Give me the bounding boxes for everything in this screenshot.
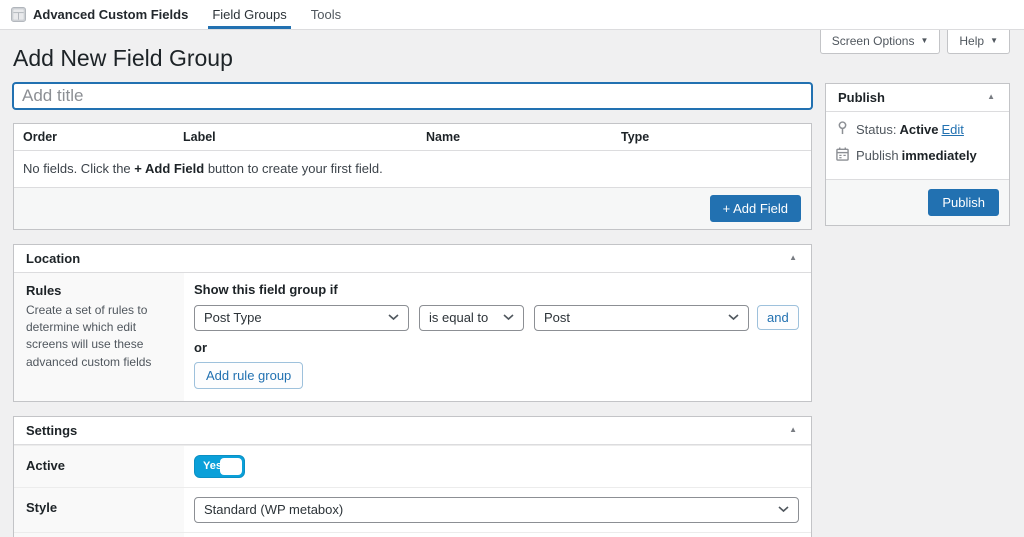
fields-footer: + Add Field: [14, 188, 811, 229]
side-column: Publish ▲ Status:Active Edit: [825, 83, 1010, 226]
field-group-title-input[interactable]: [13, 83, 812, 109]
column-type: Type: [612, 124, 811, 150]
show-field-group-if-label: Show this field group if: [194, 282, 799, 297]
main-column: Order Label Name Type No fields. Click t…: [13, 83, 812, 537]
tab-tools[interactable]: Tools: [299, 0, 353, 29]
acf-admin-toolbar: Advanced Custom Fields Field Groups Tool…: [0, 0, 1024, 30]
screen-options-button[interactable]: Screen Options ▼: [820, 30, 941, 54]
fields-table-header: Order Label Name Type: [14, 124, 811, 151]
rule-value-select[interactable]: Post: [534, 305, 749, 331]
tab-field-groups[interactable]: Field Groups: [200, 0, 298, 29]
rule-param-select[interactable]: Post Type: [194, 305, 409, 331]
location-rules-editor: Show this field group if Post Type is eq…: [184, 273, 811, 401]
fields-panel: Order Label Name Type No fields. Click t…: [13, 123, 812, 230]
no-fields-message-prefix: No fields. Click the: [23, 161, 134, 176]
no-fields-message-suffix: button to create your first field.: [204, 161, 382, 176]
style-setting-label: Style: [26, 500, 172, 515]
chevron-down-icon: [388, 314, 399, 321]
column-name: Name: [417, 124, 612, 150]
publish-panel-header: Publish ▲: [826, 84, 1009, 112]
publish-button[interactable]: Publish: [928, 189, 999, 216]
edit-status-link[interactable]: Edit: [942, 122, 964, 137]
screen-options-label: Screen Options: [832, 34, 915, 48]
publish-time-row: Publishimmediately: [836, 147, 999, 164]
settings-panel-title: Settings: [26, 423, 77, 438]
no-fields-message: No fields. Click the + Add Field button …: [14, 151, 811, 188]
caret-down-icon: ▼: [990, 37, 998, 45]
setting-control-cell: Standard (WP metabox): [184, 488, 811, 532]
location-panel-body: Rules Create a set of rules to determine…: [14, 273, 811, 401]
screen-meta: Screen Options ▼ Help ▼: [820, 30, 1010, 54]
column-order: Order: [14, 124, 174, 150]
setting-row-position: Position Normal (after content): [14, 532, 811, 537]
style-select[interactable]: Standard (WP metabox): [194, 497, 799, 523]
collapse-arrow-icon[interactable]: ▲: [787, 424, 799, 436]
publish-panel: Publish ▲ Status:Active Edit: [825, 83, 1010, 226]
setting-row-active: Active Yes: [14, 445, 811, 487]
acf-brand: Advanced Custom Fields: [0, 0, 200, 29]
setting-row-style: Style Standard (WP metabox): [14, 487, 811, 532]
chevron-down-icon: [778, 506, 789, 513]
active-toggle[interactable]: Yes: [194, 455, 245, 478]
style-select-value: Standard (WP metabox): [204, 502, 343, 517]
acf-logo-icon: [11, 7, 26, 22]
location-rules-info: Rules Create a set of rules to determine…: [14, 273, 184, 401]
help-label: Help: [959, 34, 984, 48]
setting-label-cell: Active: [14, 446, 184, 487]
publish-panel-footer: Publish: [826, 179, 1009, 225]
column-label: Label: [174, 124, 417, 150]
add-rule-group-button[interactable]: Add rule group: [194, 362, 303, 389]
rules-description: Create a set of rules to determine which…: [26, 302, 172, 372]
publish-panel-title: Publish: [838, 90, 885, 105]
rule-operator-value: is equal to: [429, 310, 488, 325]
or-label: or: [194, 340, 799, 355]
pin-icon: [836, 121, 849, 138]
calendar-icon: [836, 147, 849, 164]
active-setting-label: Active: [26, 458, 172, 473]
add-field-button[interactable]: + Add Field: [710, 195, 801, 222]
settings-panel-header: Settings ▲: [14, 417, 811, 445]
rule-operator-select[interactable]: is equal to: [419, 305, 524, 331]
setting-control-cell: Normal (after content): [184, 533, 811, 537]
status-text: Status:Active Edit: [856, 122, 964, 137]
location-rule-row: Post Type is equal to Post: [194, 305, 799, 331]
setting-label-cell: Style: [14, 488, 184, 532]
help-button[interactable]: Help ▼: [947, 30, 1010, 54]
caret-down-icon: ▼: [920, 37, 928, 45]
chevron-down-icon: [503, 314, 514, 321]
rules-label: Rules: [26, 283, 172, 298]
status-row: Status:Active Edit: [836, 121, 999, 138]
setting-label-cell: Position: [14, 533, 184, 537]
no-fields-message-bold: + Add Field: [134, 161, 204, 176]
rule-param-value: Post Type: [204, 310, 262, 325]
publish-time-value: immediately: [902, 148, 977, 163]
status-value: Active: [899, 122, 938, 137]
collapse-arrow-icon[interactable]: ▲: [787, 252, 799, 264]
publish-time-text: Publishimmediately: [856, 148, 977, 163]
content-layout: Order Label Name Type No fields. Click t…: [0, 83, 1024, 537]
location-panel-header: Location ▲: [14, 245, 811, 273]
and-rule-button[interactable]: and: [757, 305, 799, 330]
chevron-down-icon: [728, 314, 739, 321]
tab-field-groups-label: Field Groups: [212, 7, 286, 22]
settings-panel: Settings ▲ Active Yes Style: [13, 416, 812, 537]
collapse-arrow-icon[interactable]: ▲: [985, 91, 997, 103]
publish-time-label: Publish: [856, 148, 899, 163]
setting-control-cell: Yes: [184, 446, 811, 487]
location-panel: Location ▲ Rules Create a set of rules t…: [13, 244, 812, 402]
acf-nav-tabs: Field Groups Tools: [200, 0, 353, 29]
tab-tools-label: Tools: [311, 7, 341, 22]
toggle-knob: [220, 458, 242, 475]
brand-label: Advanced Custom Fields: [33, 7, 188, 22]
rule-value-value: Post: [544, 310, 570, 325]
publish-panel-body: Status:ActiveEdit P: [826, 112, 1009, 179]
status-label: Status:: [856, 122, 896, 137]
location-panel-title: Location: [26, 251, 80, 266]
